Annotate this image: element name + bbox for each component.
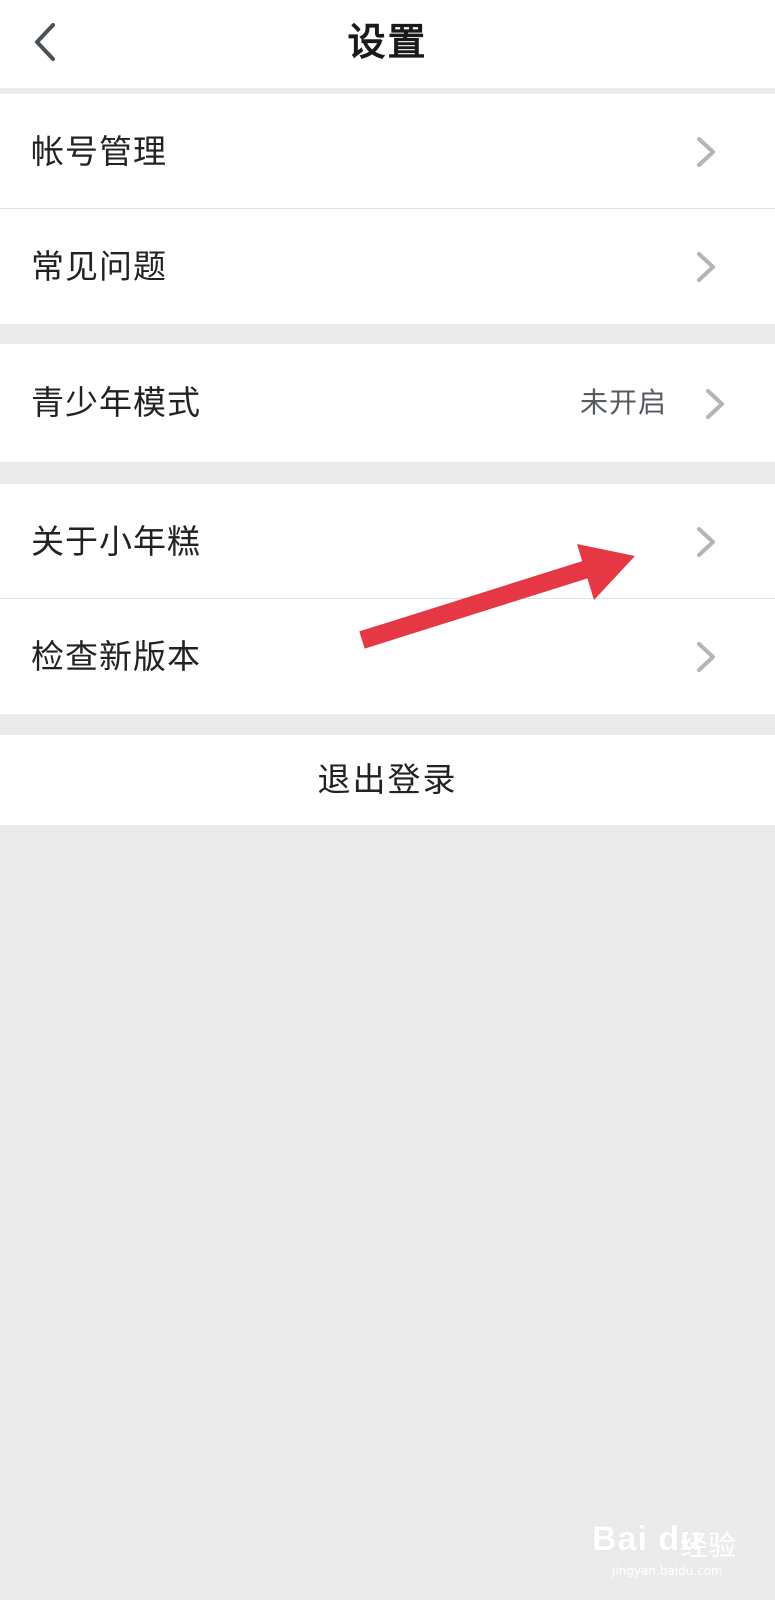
watermark-label: 经验 <box>680 1529 737 1562</box>
settings-item-label: 青少年模式 <box>31 383 201 422</box>
top-bar: 设置 <box>0 0 775 88</box>
settings-item-label: 关于小年糕 <box>31 522 201 561</box>
settings-item-account-management[interactable]: 帐号管理 <box>0 94 775 209</box>
settings-item-label: 帐号管理 <box>31 132 167 171</box>
logout-button[interactable]: 退出登录 <box>0 735 775 825</box>
chevron-right-icon <box>697 527 715 557</box>
settings-group-about: 关于小年糕 检查新版本 <box>0 484 775 714</box>
chevron-right-icon <box>697 642 715 672</box>
settings-group-youth: 青少年模式 未开启 <box>0 344 775 462</box>
youth-mode-status: 未开启 <box>579 386 667 419</box>
settings-item-check-update[interactable]: 检查新版本 <box>0 599 775 714</box>
page-title: 设置 <box>347 20 428 64</box>
settings-item-faq[interactable]: 常见问题 <box>0 209 775 324</box>
settings-group-account: 帐号管理 常见问题 <box>0 94 775 324</box>
baidu-watermark: Bai du 经验 jingyan.baidu.com <box>592 1514 768 1590</box>
watermark-url: jingyan.baidu.com <box>612 1564 723 1578</box>
settings-item-label: 检查新版本 <box>31 637 201 676</box>
logout-label: 退出登录 <box>317 760 458 799</box>
settings-item-label: 常见问题 <box>31 247 167 286</box>
settings-item-youth-mode[interactable]: 青少年模式 未开启 <box>0 344 775 462</box>
chevron-right-icon <box>697 252 715 282</box>
settings-item-about[interactable]: 关于小年糕 <box>0 484 775 599</box>
chevron-right-icon <box>706 389 724 419</box>
chevron-right-icon <box>697 137 715 167</box>
